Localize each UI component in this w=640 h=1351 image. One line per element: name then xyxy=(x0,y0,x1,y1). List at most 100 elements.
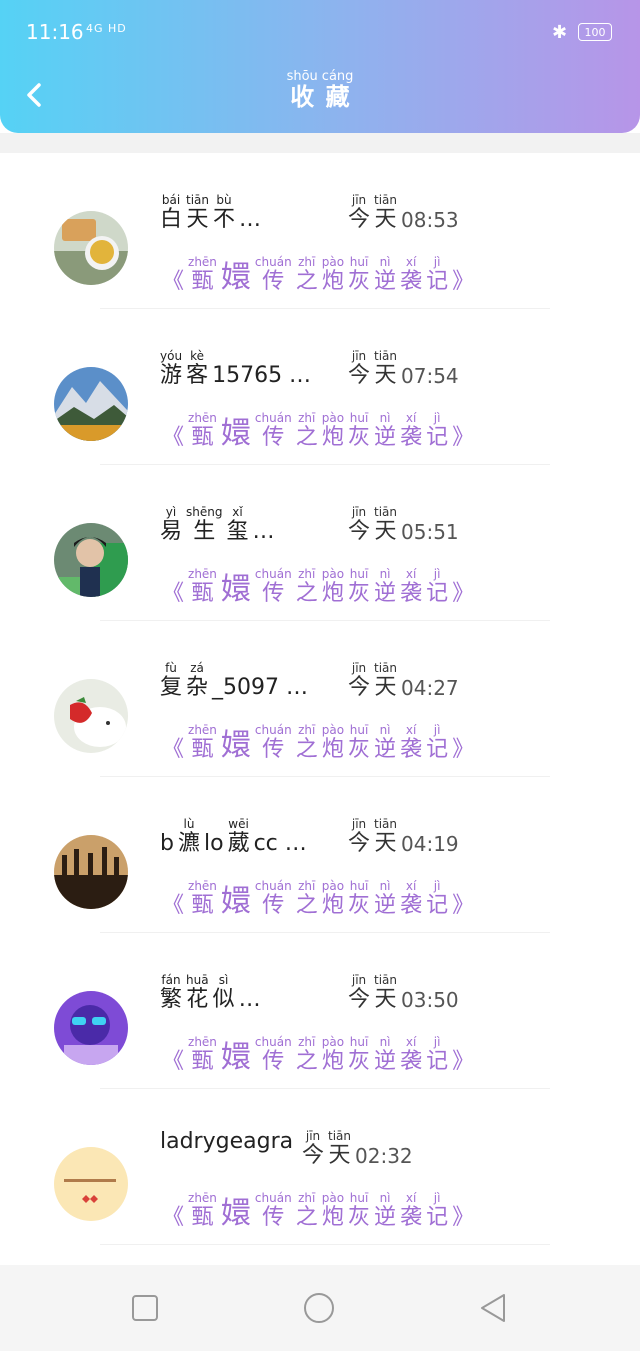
list-item[interactable]: b lù 瀌 lo wēi 葳 cc … jīn 今 tiān 天 04:19 《 zhēn 甄 嬛 chuá… xyxy=(0,777,640,933)
list-item[interactable]: ladrygeagra jīn 今 tiān 天 02:32 《 zhēn 甄 嬛 chuán 传 z… xyxy=(0,1089,640,1245)
pinyin: tiān xyxy=(374,973,398,987)
plain-text: ladrygeagra xyxy=(160,1129,294,1154)
hanzi: 逆 xyxy=(374,269,397,294)
book-title[interactable]: 《 zhēn 甄 嬛 chuán 传 zhī 之 pào 炮 huī 灰 nì 逆 xí 袭 jì 记》 xyxy=(160,1183,476,1231)
ruby-char: tiān 天 xyxy=(374,505,397,545)
ruby-char: pào 炮 xyxy=(322,255,344,295)
ruby-char: 嬛 xyxy=(221,1183,251,1231)
avatar[interactable] xyxy=(54,991,128,1065)
ruby-char: xí 袭 xyxy=(400,723,422,763)
hanzi: 袭 xyxy=(400,269,423,294)
hanzi: 甄 xyxy=(191,425,214,450)
pinyin: jì xyxy=(433,879,441,893)
ruby-char: lù 瀌 xyxy=(178,817,200,857)
hanzi: 复 xyxy=(160,675,183,700)
timestamp: jīn 今 tiān 天 04:27 xyxy=(346,661,461,701)
quote-close: 》 xyxy=(452,581,475,606)
pinyin: xí xyxy=(405,567,417,581)
ruby-char: jì 记 xyxy=(426,879,448,919)
avatar[interactable] xyxy=(54,211,128,285)
hanzi: 杂 xyxy=(186,675,209,700)
pinyin xyxy=(221,247,251,261)
hanzi: 似 xyxy=(212,987,235,1012)
pinyin: zhī xyxy=(298,1191,316,1205)
back-nav-icon[interactable] xyxy=(476,1291,510,1325)
time-value: 03:50 xyxy=(401,988,459,1012)
pinyin: xí xyxy=(405,411,417,425)
avatar[interactable] xyxy=(54,367,128,441)
pinyin: tiān xyxy=(374,661,398,675)
ruby-char: zhēn 甄 xyxy=(188,1035,217,1075)
pinyin: bù xyxy=(216,193,232,207)
book-title[interactable]: 《 zhēn 甄 嬛 chuán 传 zhī 之 pào 炮 huī 灰 nì 逆 xí 袭 jì 记》 xyxy=(160,1027,476,1075)
pinyin: huī xyxy=(349,567,369,581)
hanzi: 易 xyxy=(160,519,183,544)
pinyin xyxy=(221,559,251,573)
hanzi: 甄 xyxy=(191,1049,214,1074)
avatar[interactable] xyxy=(54,523,128,597)
pinyin: kè xyxy=(190,349,205,363)
pinyin: nì xyxy=(379,1035,391,1049)
ruby-char: jì 记 xyxy=(426,1191,448,1231)
hanzi: 记 xyxy=(426,737,449,762)
hanzi: 今 xyxy=(348,987,371,1012)
hanzi: 天 xyxy=(374,207,397,232)
user-name: yóu 游 kè 客 15765 … xyxy=(158,349,313,389)
hanzi: 天 xyxy=(374,363,397,388)
pinyin: nì xyxy=(379,723,391,737)
book-title[interactable]: 《 zhēn 甄 嬛 chuán 传 zhī 之 pào 炮 huī 灰 nì 逆 xí 袭 jì 记》 xyxy=(160,247,476,295)
list-item[interactable]: yì 易 shēng 生 xǐ 玺 … jīn 今 tiān 天 05:51 《 zhēn 甄 嬛 chuá… xyxy=(0,465,640,621)
hanzi: 今 xyxy=(348,207,371,232)
ruby-char: zhēn 甄 xyxy=(188,567,217,607)
app-header: 11:16 4G HD ✱ 100 shōu 收 cáng 藏 xyxy=(0,0,640,133)
ruby-char: shōu 收 xyxy=(287,70,318,111)
recent-apps-icon[interactable] xyxy=(128,1291,162,1325)
pinyin: sì xyxy=(218,973,229,987)
ruby-char: huī 灰 xyxy=(348,255,370,295)
ruby-char: chuán 传 xyxy=(255,567,292,607)
ruby-char: xí 袭 xyxy=(400,1035,422,1075)
book-title[interactable]: 《 zhēn 甄 嬛 chuán 传 zhī 之 pào 炮 huī 灰 nì 逆 xí 袭 jì 记》 xyxy=(160,871,476,919)
ruby-char: chuán 传 xyxy=(255,1191,292,1231)
hanzi: 瀌 xyxy=(177,831,200,856)
hanzi: 袭 xyxy=(400,1205,423,1230)
avatar[interactable] xyxy=(54,1147,128,1221)
pinyin: chuán xyxy=(254,255,292,269)
book-title[interactable]: 《 zhēn 甄 嬛 chuán 传 zhī 之 pào 炮 huī 灰 nì 逆 xí 袭 jì 记》 xyxy=(160,403,476,451)
hanzi: 逆 xyxy=(374,1049,397,1074)
pinyin: jì xyxy=(433,255,441,269)
hanzi: 传 xyxy=(262,893,285,918)
ruby-char: huī 灰 xyxy=(348,879,370,919)
hanzi: 传 xyxy=(262,425,285,450)
ruby-char: fù 复 xyxy=(160,661,182,701)
book-title[interactable]: 《 zhēn 甄 嬛 chuán 传 zhī 之 pào 炮 huī 灰 nì 逆 xí 袭 jì 记》 xyxy=(160,559,476,607)
pinyin xyxy=(221,1027,251,1041)
ruby-char: huī 灰 xyxy=(348,723,370,763)
pinyin: fù xyxy=(165,661,177,675)
hanzi: 灰 xyxy=(348,737,371,762)
hanzi: 之 xyxy=(295,1049,318,1074)
time-value: 05:51 xyxy=(401,520,459,544)
list-item[interactable]: fán 繁 huā 花 sì 似 … jīn 今 tiān 天 03:50 《 zhēn 甄 嬛 chuán… xyxy=(0,933,640,1089)
quote-close: 》 xyxy=(452,425,475,450)
pinyin: tiān xyxy=(374,505,398,519)
pinyin: huī xyxy=(349,1191,369,1205)
ruby-char: nì 逆 xyxy=(374,567,396,607)
book-title[interactable]: 《 zhēn 甄 嬛 chuán 传 zhī 之 pào 炮 huī 灰 nì 逆 xí 袭 jì 记》 xyxy=(160,715,476,763)
avatar[interactable] xyxy=(54,835,128,909)
hanzi: 逆 xyxy=(374,893,397,918)
time-value: 04:19 xyxy=(401,832,459,856)
ruby-char: huī 灰 xyxy=(348,1035,370,1075)
quote-open: 《 xyxy=(162,269,185,294)
ruby-char: tiān 天 xyxy=(374,661,397,701)
hanzi: 传 xyxy=(262,737,285,762)
list-item[interactable]: fù 复 zá 杂 _5097 … jīn 今 tiān 天 04:27 《 zhēn 甄 嬛 chuán… xyxy=(0,621,640,777)
avatar[interactable] xyxy=(54,679,128,753)
pinyin: pào xyxy=(321,1191,345,1205)
hanzi: 今 xyxy=(348,519,371,544)
list-item[interactable]: yóu 游 kè 客 15765 … jīn 今 tiān 天 07:54 《 zhēn 甄 嬛 chuá… xyxy=(0,309,640,465)
hanzi: 记 xyxy=(426,425,449,450)
list-item[interactable]: bái 白 tiān 天 bù 不 … jīn 今 tiān 天 08:53 《 zhēn 甄 嬛 chuá… xyxy=(0,153,640,309)
home-icon[interactable] xyxy=(302,1291,336,1325)
pinyin: zhī xyxy=(298,411,316,425)
